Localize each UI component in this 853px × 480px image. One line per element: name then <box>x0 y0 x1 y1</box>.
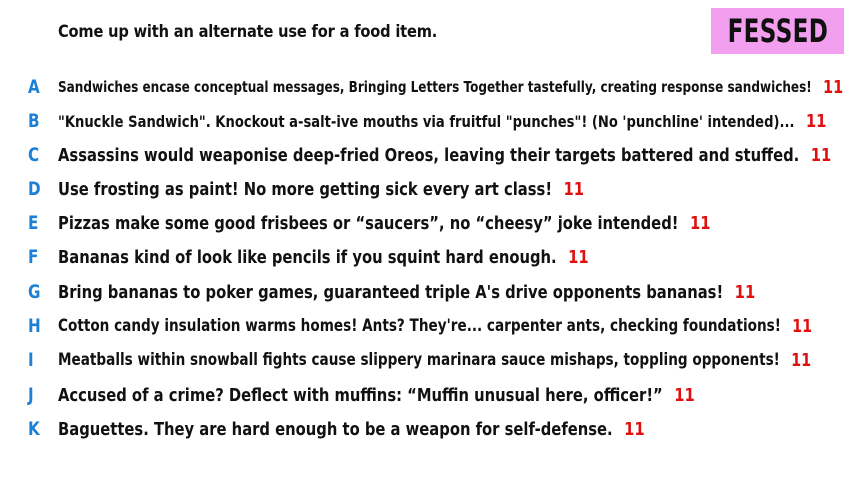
logo-text: FESSED <box>727 12 828 50</box>
answer-text: Meatballs within snowball fights cause s… <box>58 350 780 370</box>
answer-text: Baguettes. They are hard enough to be a … <box>58 418 613 440</box>
answer-text: Sandwiches encase conceptual messages, B… <box>58 78 812 96</box>
answer-letter: B <box>28 110 40 132</box>
answer-score: 11 <box>792 315 813 337</box>
answer-text: Accused of a crime? Deflect with muffins… <box>58 384 663 406</box>
answer-score: 11 <box>805 110 827 132</box>
answer-score: 11 <box>791 349 812 371</box>
answer-text: Assassins would weaponise deep-fried Ore… <box>58 144 800 166</box>
answer-text: Bananas kind of look like pencils if you… <box>58 246 557 268</box>
answer-score: 11 <box>624 418 645 440</box>
answer-letter: K <box>28 418 40 440</box>
answer-text: Cotton candy insulation warms homes! Ant… <box>58 316 781 336</box>
answer-text: "Knuckle Sandwich". Knockout a-salt-ive … <box>58 111 795 131</box>
answer-score: 11 <box>568 246 589 268</box>
answer-letter: I <box>28 349 34 371</box>
answer-letter: E <box>28 212 39 234</box>
answer-letter: F <box>28 246 39 268</box>
game-logo: FESSED <box>711 8 844 54</box>
answer-letter: C <box>28 144 40 166</box>
answer-letter: H <box>28 315 41 337</box>
answer-letter: A <box>28 76 40 98</box>
answer-text: Pizzas make some good frisbees or “sauce… <box>58 212 679 234</box>
answer-score: 11 <box>823 76 844 98</box>
answer-letter: J <box>28 384 34 406</box>
answer-text: Bring bananas to poker games, guaranteed… <box>58 281 724 303</box>
answer-score: 11 <box>734 281 756 303</box>
answer-score: 11 <box>563 178 585 200</box>
answer-text: Use frosting as paint! No more getting s… <box>58 178 553 200</box>
prompt-text: Come up with an alternate use for a food… <box>58 22 438 42</box>
answer-score: 11 <box>689 212 711 234</box>
answer-letter: D <box>28 178 41 200</box>
answer-letter: G <box>28 281 41 303</box>
answer-score: 11 <box>674 384 695 406</box>
answer-score: 11 <box>810 144 832 166</box>
